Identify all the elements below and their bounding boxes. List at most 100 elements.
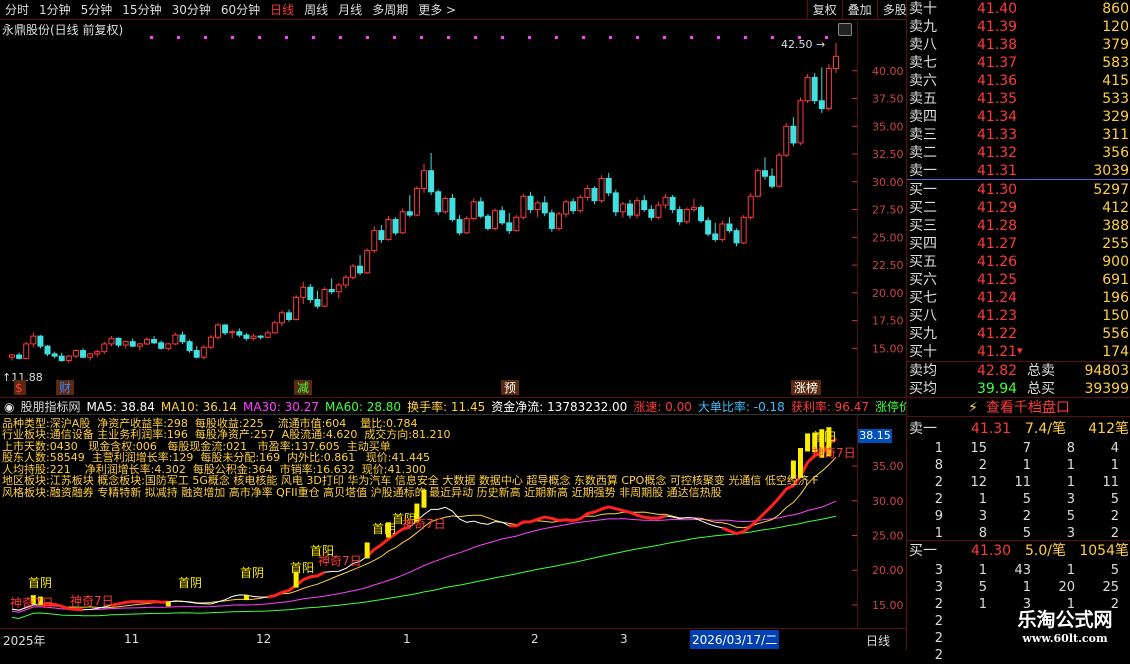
candle-body (413, 187, 420, 216)
period-tab-7[interactable]: 周线 (299, 0, 333, 20)
level-label: 买五 (909, 254, 937, 270)
sell-level-row[interactable]: 卖九 41.39 120 (907, 18, 1130, 36)
period-tab-8[interactable]: 月线 (333, 0, 367, 20)
yin-yang-marker: 首阴 (240, 566, 264, 580)
sell-level-row[interactable]: 卖七 41.37 583 (907, 54, 1130, 72)
signal-dot (474, 36, 477, 39)
candle-body (271, 322, 278, 334)
period-tab-10[interactable]: 更多 > (413, 0, 461, 20)
level-price: 41.33 (977, 127, 1018, 143)
indicator-value: 涨停价: 43. (875, 400, 906, 414)
sell-level-row[interactable]: 卖三 41.33 311 (907, 126, 1130, 144)
signal-dot (231, 36, 234, 39)
period-tab-6[interactable]: 日线 (265, 0, 299, 20)
period-label[interactable]: 日线 (866, 632, 890, 649)
y-tick-label: 35.00 (872, 120, 904, 133)
queue-cell: 43 (1014, 563, 1031, 578)
signal-dot (501, 36, 504, 39)
buy-level-row[interactable]: 买三 41.28 388 (907, 217, 1130, 235)
buy-level-row[interactable]: 买八 41.23 150 (907, 307, 1130, 325)
candle-body (627, 203, 633, 216)
candle-body (513, 216, 520, 232)
candle-body (250, 335, 257, 339)
candle-body (129, 341, 136, 347)
candle-body (165, 343, 172, 349)
sell-level-row[interactable]: 卖五 41.35 533 (907, 90, 1130, 108)
sell-level-row[interactable]: 卖六 41.36 415 (907, 72, 1130, 90)
indicator-value: MA5: 38.84 (86, 400, 155, 414)
event-marker[interactable]: 财 (59, 381, 71, 395)
level-label: 买七 (909, 290, 937, 306)
indicator-value: MA30: 30.27 (242, 400, 320, 414)
signal-dot (690, 36, 693, 39)
queue-cell: 3 (934, 580, 943, 595)
buy-level-row[interactable]: 买四 41.27 255 (907, 235, 1130, 253)
indicator-name[interactable]: 股朋指标网 (20, 400, 80, 414)
candle-body (200, 346, 207, 358)
candle-body (683, 209, 690, 223)
buy-level-row[interactable]: 买五 41.26 900 (907, 253, 1130, 271)
toolbar-button-1[interactable]: 叠加 (841, 0, 877, 20)
candle-body (506, 222, 513, 232)
toolbar-button-0[interactable]: 复权 (806, 0, 842, 20)
candle-body (520, 195, 527, 218)
level-price: 41.28 (977, 218, 1018, 234)
buy-level-row[interactable]: 买二 41.29 412 (907, 199, 1130, 217)
period-tab-4[interactable]: 30分钟 (167, 0, 216, 20)
level-label: 卖九 (909, 19, 937, 35)
candle-body (207, 336, 214, 348)
queue-cell: 1 (1066, 475, 1075, 490)
candle-body (72, 350, 79, 357)
period-tab-1[interactable]: 1分钟 (34, 0, 76, 20)
event-marker[interactable]: 减 (297, 381, 309, 395)
level-volume: 196 (1102, 290, 1129, 306)
candle-body (442, 197, 449, 213)
indicator-value: 换手率: 11.45 (407, 400, 486, 414)
candle-body (179, 334, 186, 343)
sell-level-row[interactable]: 卖十 41.40 860 (907, 0, 1130, 18)
queue-cell: 3 (934, 563, 943, 578)
buy-level-row[interactable]: 买一 41.30 5297 (907, 181, 1130, 199)
candle-body (761, 170, 768, 177)
buy-level-row[interactable]: 买七 41.24 196 (907, 289, 1130, 307)
period-tab-5[interactable]: 60分钟 (216, 0, 265, 20)
queue-cell: 1 (1110, 458, 1119, 473)
level-label: 买九 (909, 326, 937, 342)
level-volume: 311 (1102, 127, 1129, 143)
candle-body (754, 170, 761, 197)
candle-body (399, 211, 406, 234)
candle-body (563, 201, 570, 215)
queue-cell: 2 (1022, 509, 1031, 524)
candle-body (676, 209, 683, 223)
buy-level-row[interactable]: 买九 41.22 556 (907, 325, 1130, 343)
sell-level-row[interactable]: 卖二 41.32 356 (907, 144, 1130, 162)
indicator-value: 大单比率: -0.18 (697, 400, 785, 414)
buy-level-row[interactable]: 买六 41.25 691 (907, 271, 1130, 289)
sell-level-row[interactable]: 卖一 41.31 3039 (907, 162, 1130, 180)
level-price: 41.29 (977, 200, 1018, 216)
period-tab-9[interactable]: 多周期 (367, 0, 413, 20)
concept-line-2: 风格板块:融资融券 专精特新 拟减持 融资增加 高市净率 QFII重仓 高贝塔值… (2, 487, 722, 499)
event-marker[interactable]: 涨榜 (794, 380, 818, 395)
candlestick-chart[interactable]: 永鼎股份(日线 前复权) 42.50 → ↑11.88 40.00 37.50 35… (0, 21, 906, 397)
indicator-value: MA60: 28.80 (325, 400, 402, 414)
view-depth-button[interactable]: ⚡ 查看千档盘口 (907, 397, 1130, 417)
signal-dot (825, 36, 828, 39)
indicator-settings-icon[interactable]: ◉ (4, 400, 14, 414)
candle-body (385, 219, 392, 241)
indicator-chart[interactable]: 35.00 30.00 25.00 20.00 15.00 首阴 首阴 首阴 首阳 首阳 首阴 首阴首… (0, 415, 906, 628)
period-tab-0[interactable]: 分时 (0, 0, 34, 20)
signal-dot (528, 36, 531, 39)
level-label: 买二 (909, 200, 937, 216)
sell-level-row[interactable]: 卖八 41.38 379 (907, 36, 1130, 54)
queue-cell: 2 (934, 475, 943, 490)
event-marker[interactable]: 预 (504, 381, 516, 395)
period-tab-3[interactable]: 15分钟 (117, 0, 166, 20)
level-volume: 556 (1102, 326, 1129, 342)
period-tab-2[interactable]: 5分钟 (76, 0, 118, 20)
sell-level-row[interactable]: 卖四 41.34 329 (907, 108, 1130, 126)
queue-cell: 2 (934, 631, 943, 646)
candle-body (619, 203, 626, 213)
y-tick-label: 32.50 (872, 148, 904, 161)
queue-cell: 8 (934, 458, 943, 473)
